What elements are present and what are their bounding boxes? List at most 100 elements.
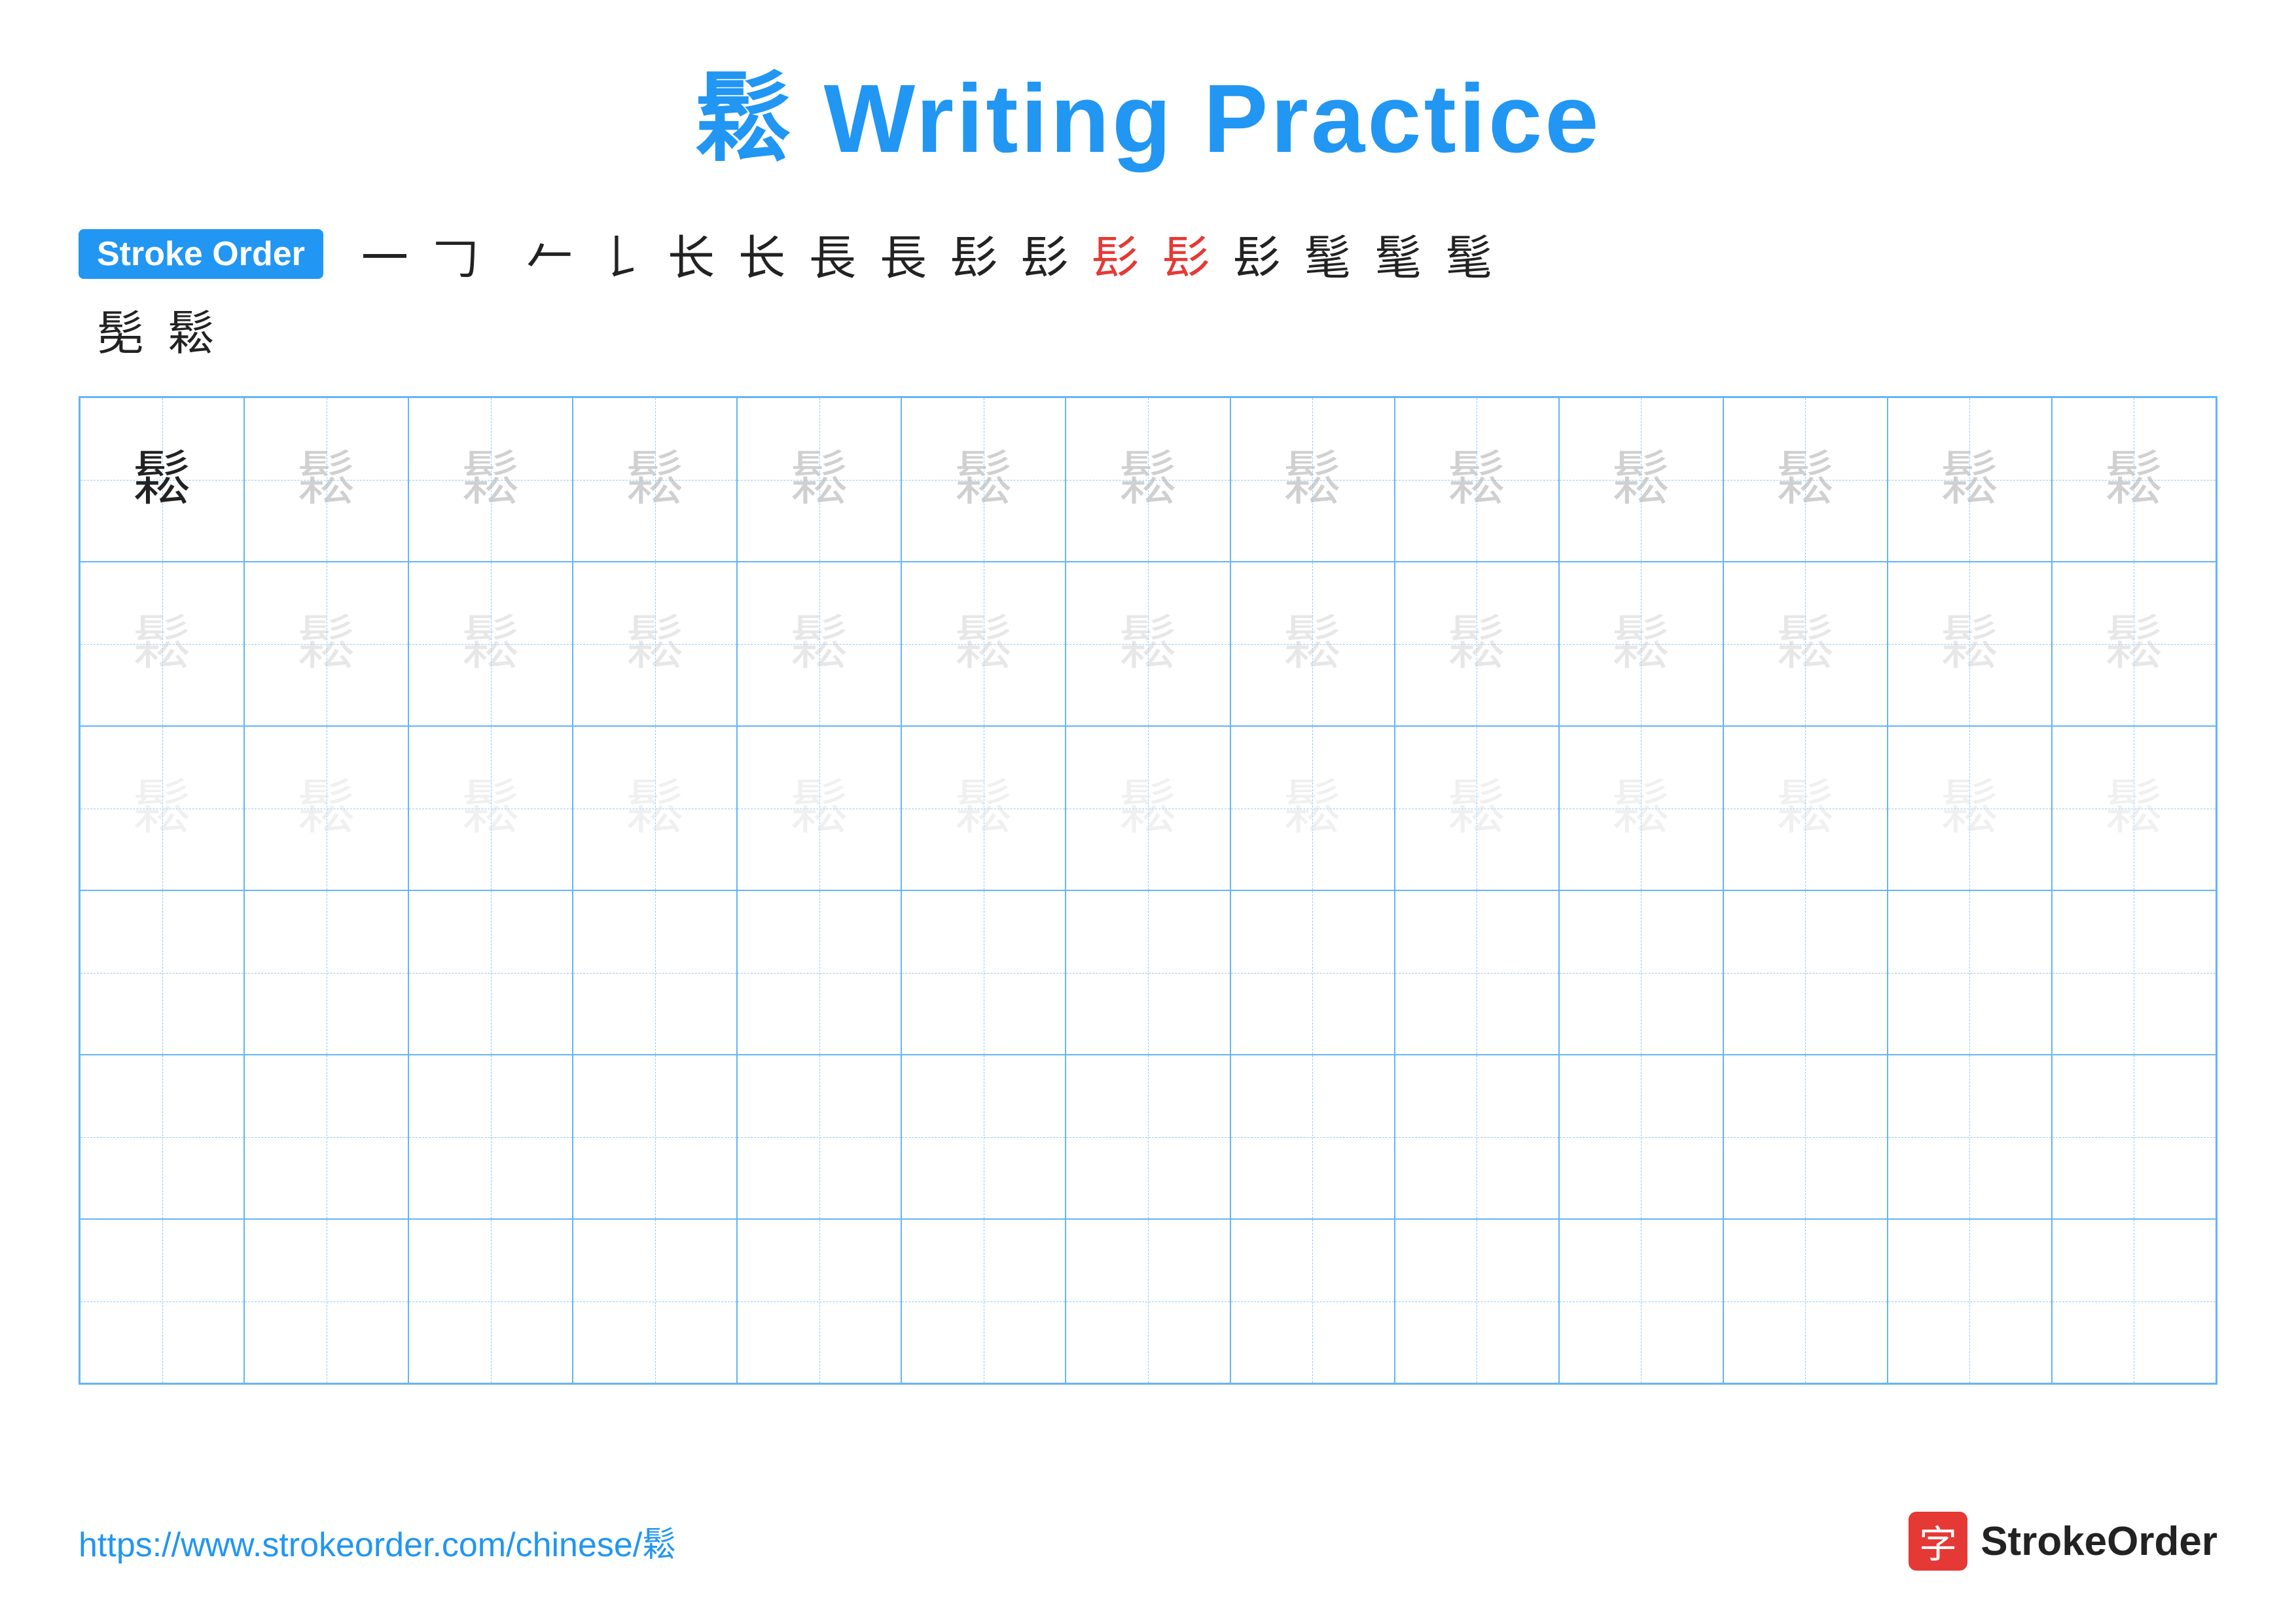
grid-cell-r4-c1[interactable] bbox=[80, 890, 244, 1055]
grid-cell-r1-c3[interactable]: 鬆 bbox=[408, 397, 573, 562]
grid-cell-r6-c8[interactable] bbox=[1230, 1219, 1395, 1383]
practice-grid: 鬆 鬆 鬆 鬆 鬆 鬆 鬆 鬆 鬆 鬆 鬆 鬆 鬆 鬆 鬆 鬆 鬆 鬆 鬆 鬆 … bbox=[79, 396, 2217, 1385]
stroke-19: 鬆 bbox=[168, 295, 215, 363]
grid-cell-r5-c5[interactable] bbox=[737, 1055, 901, 1219]
grid-cell-r5-c6[interactable] bbox=[901, 1055, 1066, 1219]
grid-cell-r5-c12[interactable] bbox=[1888, 1055, 2052, 1219]
grid-cell-r4-c8[interactable] bbox=[1230, 890, 1395, 1055]
stroke-5: 𠄌 bbox=[597, 219, 644, 288]
grid-cell-r1-c5[interactable]: 鬆 bbox=[737, 397, 901, 562]
grid-cell-r5-c7[interactable] bbox=[1066, 1055, 1230, 1219]
grid-cell-r3-c3[interactable]: 鬆 bbox=[408, 726, 573, 890]
grid-cell-r6-c10[interactable] bbox=[1559, 1219, 1723, 1383]
grid-cell-r2-c1[interactable]: 鬆 bbox=[80, 562, 244, 726]
footer-logo: 字 StrokeOrder bbox=[1909, 1512, 2217, 1571]
grid-cell-r3-c6[interactable]: 鬆 bbox=[901, 726, 1066, 890]
grid-cell-r4-c13[interactable] bbox=[2052, 890, 2216, 1055]
practice-char-dark: 鬆 bbox=[133, 450, 192, 509]
stroke-15: 髦 bbox=[1304, 219, 1351, 288]
grid-cell-r5-c10[interactable] bbox=[1559, 1055, 1723, 1219]
grid-cell-r5-c2[interactable] bbox=[244, 1055, 408, 1219]
grid-cell-r6-c4[interactable] bbox=[573, 1219, 737, 1383]
grid-cell-r3-c10[interactable]: 鬆 bbox=[1559, 726, 1723, 890]
grid-cell-r1-c8[interactable]: 鬆 bbox=[1230, 397, 1395, 562]
page: 鬆 Writing Practice Stroke Order 一 𠃌 𠃎 𠂉 … bbox=[0, 0, 2296, 1623]
grid-cell-r1-c10[interactable]: 鬆 bbox=[1559, 397, 1723, 562]
stroke-6: 长 bbox=[668, 219, 715, 288]
grid-cell-r6-c7[interactable] bbox=[1066, 1219, 1230, 1383]
grid-cell-r2-c4[interactable]: 鬆 bbox=[573, 562, 737, 726]
grid-cell-r5-c9[interactable] bbox=[1395, 1055, 1559, 1219]
grid-cell-r2-c3[interactable]: 鬆 bbox=[408, 562, 573, 726]
grid-cell-r3-c13[interactable]: 鬆 bbox=[2052, 726, 2216, 890]
grid-cell-r4-c3[interactable] bbox=[408, 890, 573, 1055]
grid-cell-r3-c11[interactable]: 鬆 bbox=[1723, 726, 1888, 890]
grid-cell-r2-c11[interactable]: 鬆 bbox=[1723, 562, 1888, 726]
grid-row-1: 鬆 鬆 鬆 鬆 鬆 鬆 鬆 鬆 鬆 鬆 鬆 鬆 鬆 bbox=[80, 397, 2216, 562]
grid-cell-r5-c1[interactable] bbox=[80, 1055, 244, 1219]
grid-cell-r5-c11[interactable] bbox=[1723, 1055, 1888, 1219]
grid-cell-r6-c13[interactable] bbox=[2052, 1219, 2216, 1383]
stroke-7: 长 bbox=[738, 219, 785, 288]
grid-cell-r3-c7[interactable]: 鬆 bbox=[1066, 726, 1230, 890]
grid-cell-r1-c2[interactable]: 鬆 bbox=[244, 397, 408, 562]
stroke-order-row-1: Stroke Order 一 𠃌 𠃎 𠂉 𠄌 长 长 長 長 髟 髟 髟 髟 髟… bbox=[79, 219, 2217, 288]
grid-cell-r4-c4[interactable] bbox=[573, 890, 737, 1055]
stroke-4: 𠂉 bbox=[526, 219, 573, 288]
grid-cell-r3-c2[interactable]: 鬆 bbox=[244, 726, 408, 890]
grid-cell-r1-c1[interactable]: 鬆 bbox=[80, 397, 244, 562]
grid-cell-r2-c2[interactable]: 鬆 bbox=[244, 562, 408, 726]
stroke-14: 髟 bbox=[1233, 219, 1280, 288]
grid-cell-r1-c4[interactable]: 鬆 bbox=[573, 397, 737, 562]
grid-cell-r4-c6[interactable] bbox=[901, 890, 1066, 1055]
grid-cell-r3-c9[interactable]: 鬆 bbox=[1395, 726, 1559, 890]
grid-cell-r3-c5[interactable]: 鬆 bbox=[737, 726, 901, 890]
grid-cell-r5-c8[interactable] bbox=[1230, 1055, 1395, 1219]
grid-cell-r3-c12[interactable]: 鬆 bbox=[1888, 726, 2052, 890]
grid-cell-r1-c6[interactable]: 鬆 bbox=[901, 397, 1066, 562]
grid-cell-r4-c10[interactable] bbox=[1559, 890, 1723, 1055]
stroke-12: 髟 bbox=[1092, 219, 1139, 288]
grid-cell-r4-c12[interactable] bbox=[1888, 890, 2052, 1055]
grid-cell-r6-c12[interactable] bbox=[1888, 1219, 2052, 1383]
grid-row-5 bbox=[80, 1055, 2216, 1219]
grid-cell-r2-c12[interactable]: 鬆 bbox=[1888, 562, 2052, 726]
grid-cell-r4-c5[interactable] bbox=[737, 890, 901, 1055]
grid-cell-r1-c12[interactable]: 鬆 bbox=[1888, 397, 2052, 562]
grid-cell-r4-c2[interactable] bbox=[244, 890, 408, 1055]
page-title: 鬆 Writing Practice bbox=[694, 39, 1601, 180]
grid-cell-r2-c10[interactable]: 鬆 bbox=[1559, 562, 1723, 726]
grid-cell-r3-c8[interactable]: 鬆 bbox=[1230, 726, 1395, 890]
grid-cell-r2-c8[interactable]: 鬆 bbox=[1230, 562, 1395, 726]
grid-cell-r5-c13[interactable] bbox=[2052, 1055, 2216, 1219]
grid-cell-r6-c11[interactable] bbox=[1723, 1219, 1888, 1383]
stroke-order-row-2: 髧 鬆 bbox=[79, 295, 2217, 363]
grid-cell-r6-c9[interactable] bbox=[1395, 1219, 1559, 1383]
grid-row-4 bbox=[80, 890, 2216, 1055]
grid-cell-r2-c5[interactable]: 鬆 bbox=[737, 562, 901, 726]
grid-cell-r2-c13[interactable]: 鬆 bbox=[2052, 562, 2216, 726]
stroke-18: 髧 bbox=[97, 295, 144, 363]
grid-cell-r1-c11[interactable]: 鬆 bbox=[1723, 397, 1888, 562]
grid-cell-r1-c9[interactable]: 鬆 bbox=[1395, 397, 1559, 562]
grid-cell-r2-c6[interactable]: 鬆 bbox=[901, 562, 1066, 726]
grid-cell-r6-c2[interactable] bbox=[244, 1219, 408, 1383]
footer-url[interactable]: https://www.strokeorder.com/chinese/鬆 bbox=[79, 1517, 676, 1566]
grid-cell-r4-c7[interactable] bbox=[1066, 890, 1230, 1055]
grid-cell-r4-c9[interactable] bbox=[1395, 890, 1559, 1055]
grid-cell-r5-c3[interactable] bbox=[408, 1055, 573, 1219]
grid-cell-r6-c5[interactable] bbox=[737, 1219, 901, 1383]
grid-cell-r2-c9[interactable]: 鬆 bbox=[1395, 562, 1559, 726]
stroke-2: 𠃌 bbox=[432, 219, 479, 288]
grid-cell-r5-c4[interactable] bbox=[573, 1055, 737, 1219]
grid-cell-r4-c11[interactable] bbox=[1723, 890, 1888, 1055]
footer-logo-text: StrokeOrder bbox=[1981, 1518, 2217, 1565]
grid-cell-r1-c7[interactable]: 鬆 bbox=[1066, 397, 1230, 562]
grid-cell-r3-c4[interactable]: 鬆 bbox=[573, 726, 737, 890]
grid-cell-r3-c1[interactable]: 鬆 bbox=[80, 726, 244, 890]
grid-cell-r2-c7[interactable]: 鬆 bbox=[1066, 562, 1230, 726]
grid-cell-r6-c3[interactable] bbox=[408, 1219, 573, 1383]
grid-cell-r6-c6[interactable] bbox=[901, 1219, 1066, 1383]
grid-cell-r1-c13[interactable]: 鬆 bbox=[2052, 397, 2216, 562]
grid-cell-r6-c1[interactable] bbox=[80, 1219, 244, 1383]
